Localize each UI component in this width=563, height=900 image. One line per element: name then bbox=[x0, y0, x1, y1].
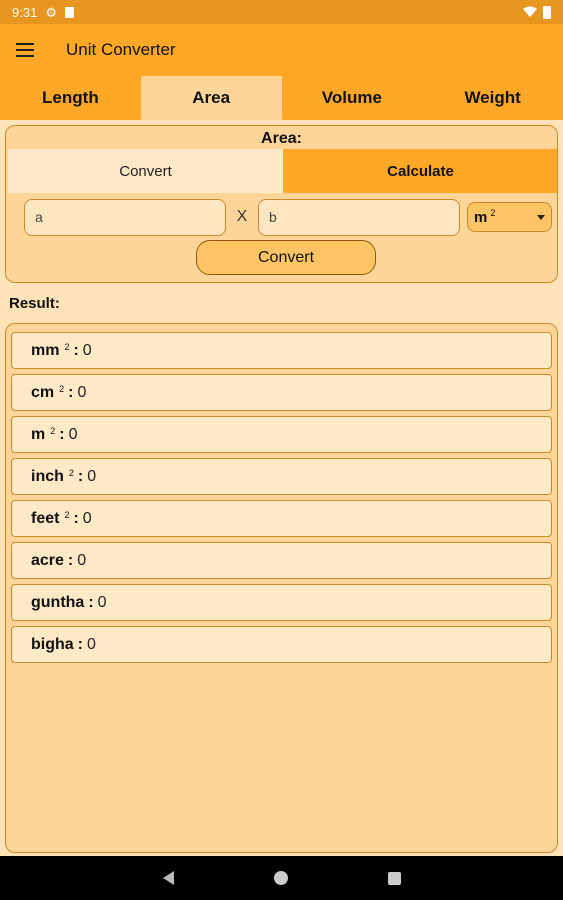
result-unit: bigha bbox=[31, 635, 74, 653]
result-separator: : bbox=[73, 341, 79, 359]
result-row-acre: acre : 0 bbox=[11, 542, 552, 579]
result-separator: : bbox=[67, 551, 74, 569]
result-separator: : bbox=[59, 425, 65, 443]
tab-length[interactable]: Length bbox=[0, 76, 141, 120]
result-separator: : bbox=[68, 383, 74, 401]
result-unit: guntha bbox=[31, 593, 85, 611]
area-title: Area: bbox=[261, 130, 302, 147]
result-separator: : bbox=[77, 635, 83, 653]
app-title: Unit Converter bbox=[66, 40, 176, 59]
battery-icon bbox=[543, 5, 551, 19]
system-nav-bar bbox=[0, 856, 563, 900]
status-time: 9:31 bbox=[12, 4, 38, 20]
result-value: 0 bbox=[77, 551, 87, 569]
result-value: 0 bbox=[97, 593, 107, 611]
results-panel: mm 2 : 0 cm 2 : 0 m 2 : 0 inch 2 : 0 fee… bbox=[5, 323, 558, 853]
result-unit: cm bbox=[31, 383, 55, 401]
result-row-bigha: bigha : 0 bbox=[11, 626, 552, 663]
result-superscript: 2 bbox=[50, 425, 56, 436]
unit-dropdown[interactable]: m 2 bbox=[467, 202, 552, 232]
unit-dropdown-value: m bbox=[474, 208, 488, 226]
gear-icon: ⚙ bbox=[45, 4, 57, 20]
home-icon[interactable] bbox=[273, 871, 288, 885]
result-row-m2: m 2 : 0 bbox=[11, 416, 552, 453]
mode-calculate-button[interactable]: Calculate bbox=[283, 149, 557, 193]
result-value: 0 bbox=[82, 509, 92, 527]
result-row-cm2: cm 2 : 0 bbox=[11, 374, 552, 411]
app-bar: Unit Converter bbox=[0, 24, 563, 76]
tab-weight[interactable]: Weight bbox=[422, 76, 563, 120]
result-row-inch2: inch 2 : 0 bbox=[11, 458, 552, 495]
area-card: Area: Convert Calculate a X b m 2 Conver… bbox=[5, 125, 558, 283]
result-unit: inch bbox=[31, 467, 64, 485]
result-value: 0 bbox=[77, 383, 87, 401]
result-unit: feet bbox=[31, 509, 60, 527]
result-superscript: 2 bbox=[59, 383, 65, 394]
category-tabs: Length Area Volume Weight bbox=[0, 76, 563, 120]
input-a-field[interactable]: a bbox=[24, 198, 226, 236]
result-row-guntha: guntha : 0 bbox=[11, 584, 552, 621]
result-row-mm2: mm 2 : 0 bbox=[11, 332, 552, 369]
recents-icon[interactable] bbox=[387, 871, 401, 885]
mode-toggle: Convert Calculate bbox=[8, 149, 557, 193]
result-separator: : bbox=[77, 467, 84, 485]
result-unit: acre bbox=[31, 551, 64, 569]
result-label: Result: bbox=[9, 295, 60, 312]
tab-area[interactable]: Area bbox=[140, 76, 282, 120]
wifi-icon bbox=[523, 6, 537, 17]
mode-convert-button[interactable]: Convert bbox=[8, 149, 283, 193]
chevron-down-icon bbox=[537, 214, 545, 220]
result-superscript: 2 bbox=[68, 467, 74, 478]
result-unit: m bbox=[31, 425, 46, 443]
input-row: a X b m 2 bbox=[24, 198, 554, 236]
input-b-field[interactable]: b bbox=[258, 198, 460, 236]
back-icon[interactable] bbox=[162, 871, 174, 885]
result-superscript: 2 bbox=[64, 341, 70, 352]
status-bar: 9:31 ⚙ bbox=[0, 0, 563, 24]
result-value: 0 bbox=[68, 425, 78, 443]
result-separator: : bbox=[73, 509, 79, 527]
result-value: 0 bbox=[87, 635, 96, 653]
result-separator: : bbox=[88, 593, 94, 611]
unit-dropdown-superscript: 2 bbox=[490, 208, 496, 218]
result-row-feet2: feet 2 : 0 bbox=[11, 500, 552, 537]
tab-volume[interactable]: Volume bbox=[282, 76, 423, 120]
times-symbol: X bbox=[236, 208, 248, 225]
result-value: 0 bbox=[87, 467, 97, 485]
sd-card-icon bbox=[64, 6, 74, 18]
convert-button[interactable]: Convert bbox=[196, 240, 376, 275]
result-unit: mm bbox=[31, 341, 60, 359]
result-value: 0 bbox=[82, 341, 92, 359]
menu-icon[interactable] bbox=[16, 43, 36, 57]
result-superscript: 2 bbox=[64, 509, 70, 520]
